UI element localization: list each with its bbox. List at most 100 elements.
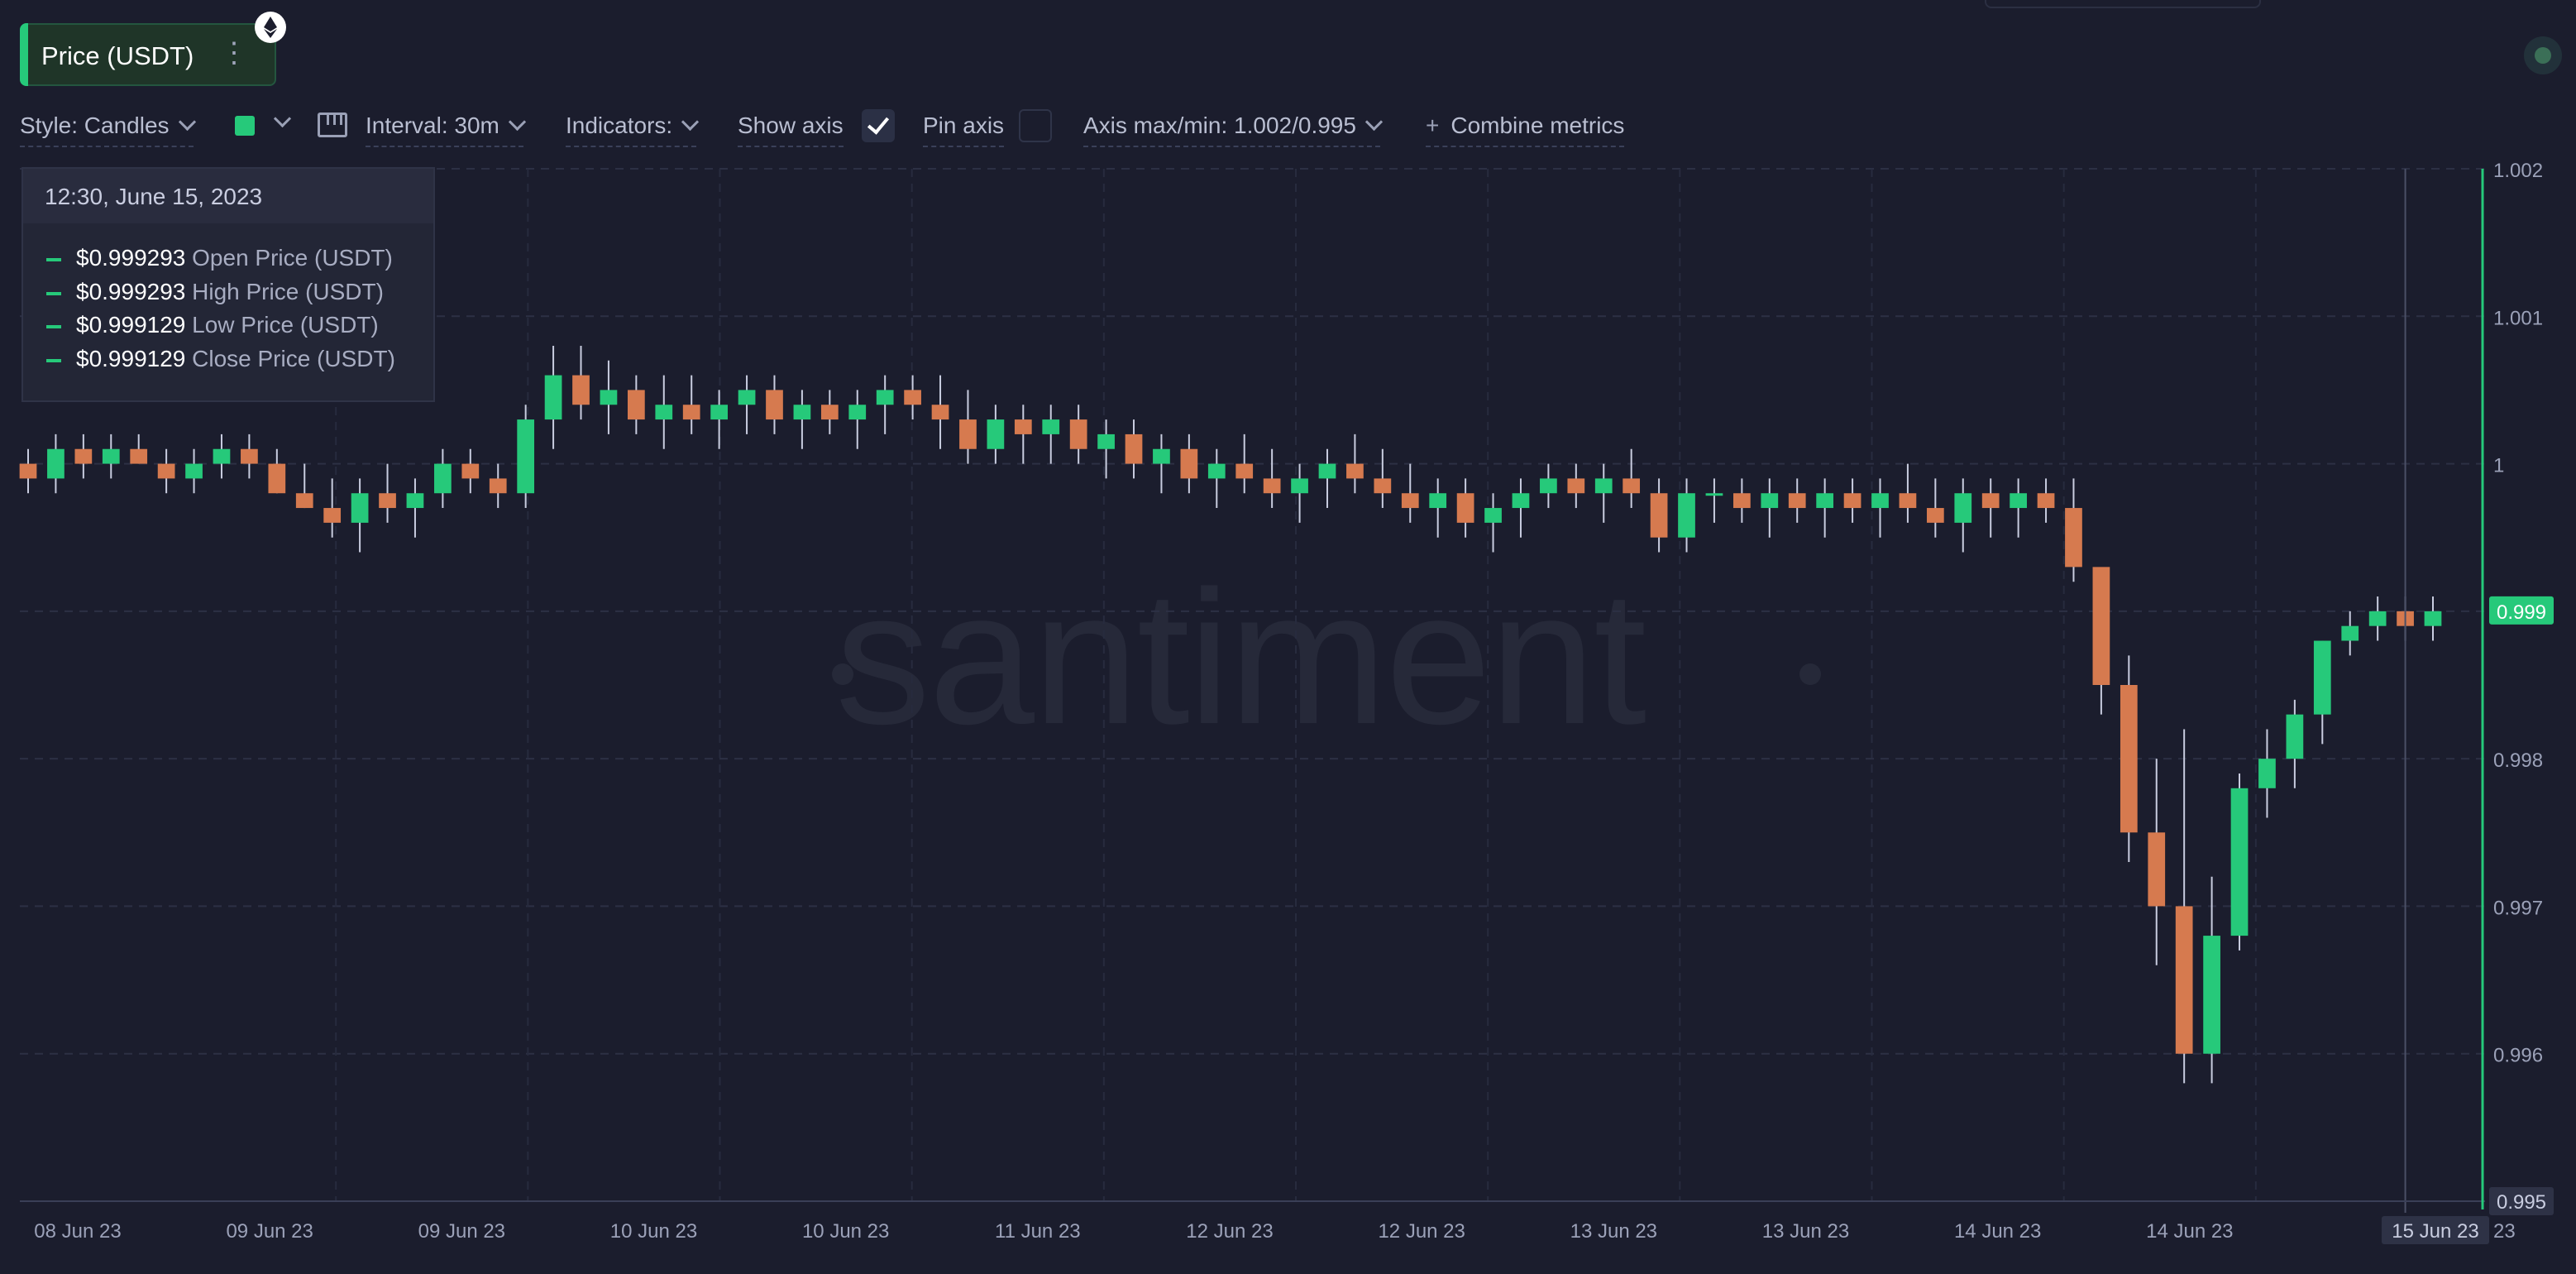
x-tick-label: 11 Jun 23	[995, 1220, 1081, 1243]
candle-body	[1207, 463, 1226, 479]
candle-body	[1153, 448, 1170, 464]
candle	[2175, 729, 2193, 1084]
candle	[1069, 405, 1087, 464]
candle	[1153, 433, 1170, 494]
candle	[295, 463, 313, 509]
series-marker	[46, 291, 61, 295]
candle	[766, 375, 783, 434]
candle	[1540, 463, 1557, 509]
candle	[268, 448, 286, 494]
candle	[876, 375, 894, 434]
candle	[1346, 433, 1364, 494]
candle	[1899, 463, 1917, 523]
candle	[1816, 478, 1834, 538]
candle-body	[766, 390, 783, 420]
candle-body	[1567, 478, 1585, 494]
candle	[1042, 405, 1060, 464]
candle	[2313, 640, 2331, 745]
candle-body	[157, 463, 175, 479]
candle-body	[1042, 419, 1060, 434]
candle-body	[1069, 419, 1087, 449]
candle	[1871, 478, 1889, 538]
candle	[1512, 478, 1530, 538]
candle-body	[1346, 463, 1364, 479]
candle	[2037, 478, 2055, 523]
x-tick-label: 23	[2493, 1220, 2516, 1243]
candle	[1594, 463, 1613, 523]
candle	[351, 478, 369, 553]
candle	[1650, 478, 1668, 553]
candle-body	[1318, 463, 1336, 479]
candle-body	[2120, 685, 2138, 833]
candle	[19, 448, 37, 494]
candle	[157, 448, 175, 494]
candle	[241, 433, 258, 479]
candle-body	[682, 405, 700, 420]
y-tick-label: 0.997	[2493, 897, 2543, 919]
tooltip-row-low: $0.999129 Low Price (USDT)	[46, 312, 379, 338]
tooltip-date: 12:30, June 15, 2023	[23, 169, 433, 223]
candle	[406, 478, 424, 538]
candle-body	[1097, 433, 1115, 449]
candle	[2230, 773, 2249, 951]
candle	[987, 405, 1005, 464]
candle-body	[904, 390, 921, 405]
x-tick-label: 14 Jun 23	[2146, 1220, 2233, 1243]
series-marker	[46, 324, 61, 328]
candle	[1374, 448, 1392, 509]
candle-body	[1843, 493, 1862, 509]
candle	[489, 463, 507, 509]
candle-body	[1899, 493, 1917, 509]
candle	[1235, 433, 1254, 494]
candle	[185, 448, 203, 494]
candle-body	[47, 448, 65, 479]
candle-body	[1125, 433, 1143, 464]
candle	[959, 390, 977, 464]
candle-body	[1374, 478, 1392, 494]
candle-body	[268, 463, 286, 494]
candle	[2258, 729, 2276, 818]
candle	[1761, 478, 1779, 538]
candle	[2286, 699, 2304, 788]
candle-body	[1014, 419, 1032, 434]
tooltip-value: $0.999129	[76, 346, 186, 371]
candle	[2341, 611, 2359, 656]
candle-body	[2010, 493, 2027, 509]
hover-date-label: 15 Jun 23	[2392, 1220, 2478, 1243]
candle	[572, 345, 590, 420]
x-tick-label: 09 Jun 23	[418, 1220, 505, 1243]
candle	[1788, 478, 1806, 523]
candle-body	[848, 405, 867, 420]
candle	[793, 390, 811, 449]
candle	[1180, 433, 1198, 494]
candle-body	[600, 390, 618, 405]
candle	[2203, 876, 2220, 1084]
candle-body	[2148, 832, 2166, 907]
x-tick-label: 08 Jun 23	[34, 1220, 121, 1243]
candle-body	[987, 419, 1005, 449]
candle	[655, 375, 673, 449]
candle-body	[102, 448, 120, 464]
candle-body	[2230, 788, 2249, 936]
candle	[931, 375, 949, 449]
candle-body	[185, 463, 203, 479]
candle-body	[2092, 567, 2110, 685]
candle-body	[1650, 493, 1668, 538]
candle-body	[1180, 448, 1198, 479]
candle	[2010, 478, 2027, 538]
tooltip-metric-name: Low Price (USDT)	[192, 312, 379, 338]
candle-body	[2424, 611, 2442, 626]
candle	[323, 478, 342, 538]
candle	[2424, 596, 2442, 641]
candle-body	[1788, 493, 1806, 509]
candle	[1981, 478, 2000, 538]
candle-body	[1540, 478, 1557, 494]
candle-body	[820, 405, 839, 420]
candle-body	[738, 390, 756, 405]
candle-body	[213, 448, 231, 464]
candle	[1733, 478, 1751, 523]
candle	[1429, 478, 1447, 538]
candle	[2065, 478, 2082, 582]
x-tick-label: 12 Jun 23	[1186, 1220, 1273, 1243]
candle	[1567, 463, 1585, 509]
